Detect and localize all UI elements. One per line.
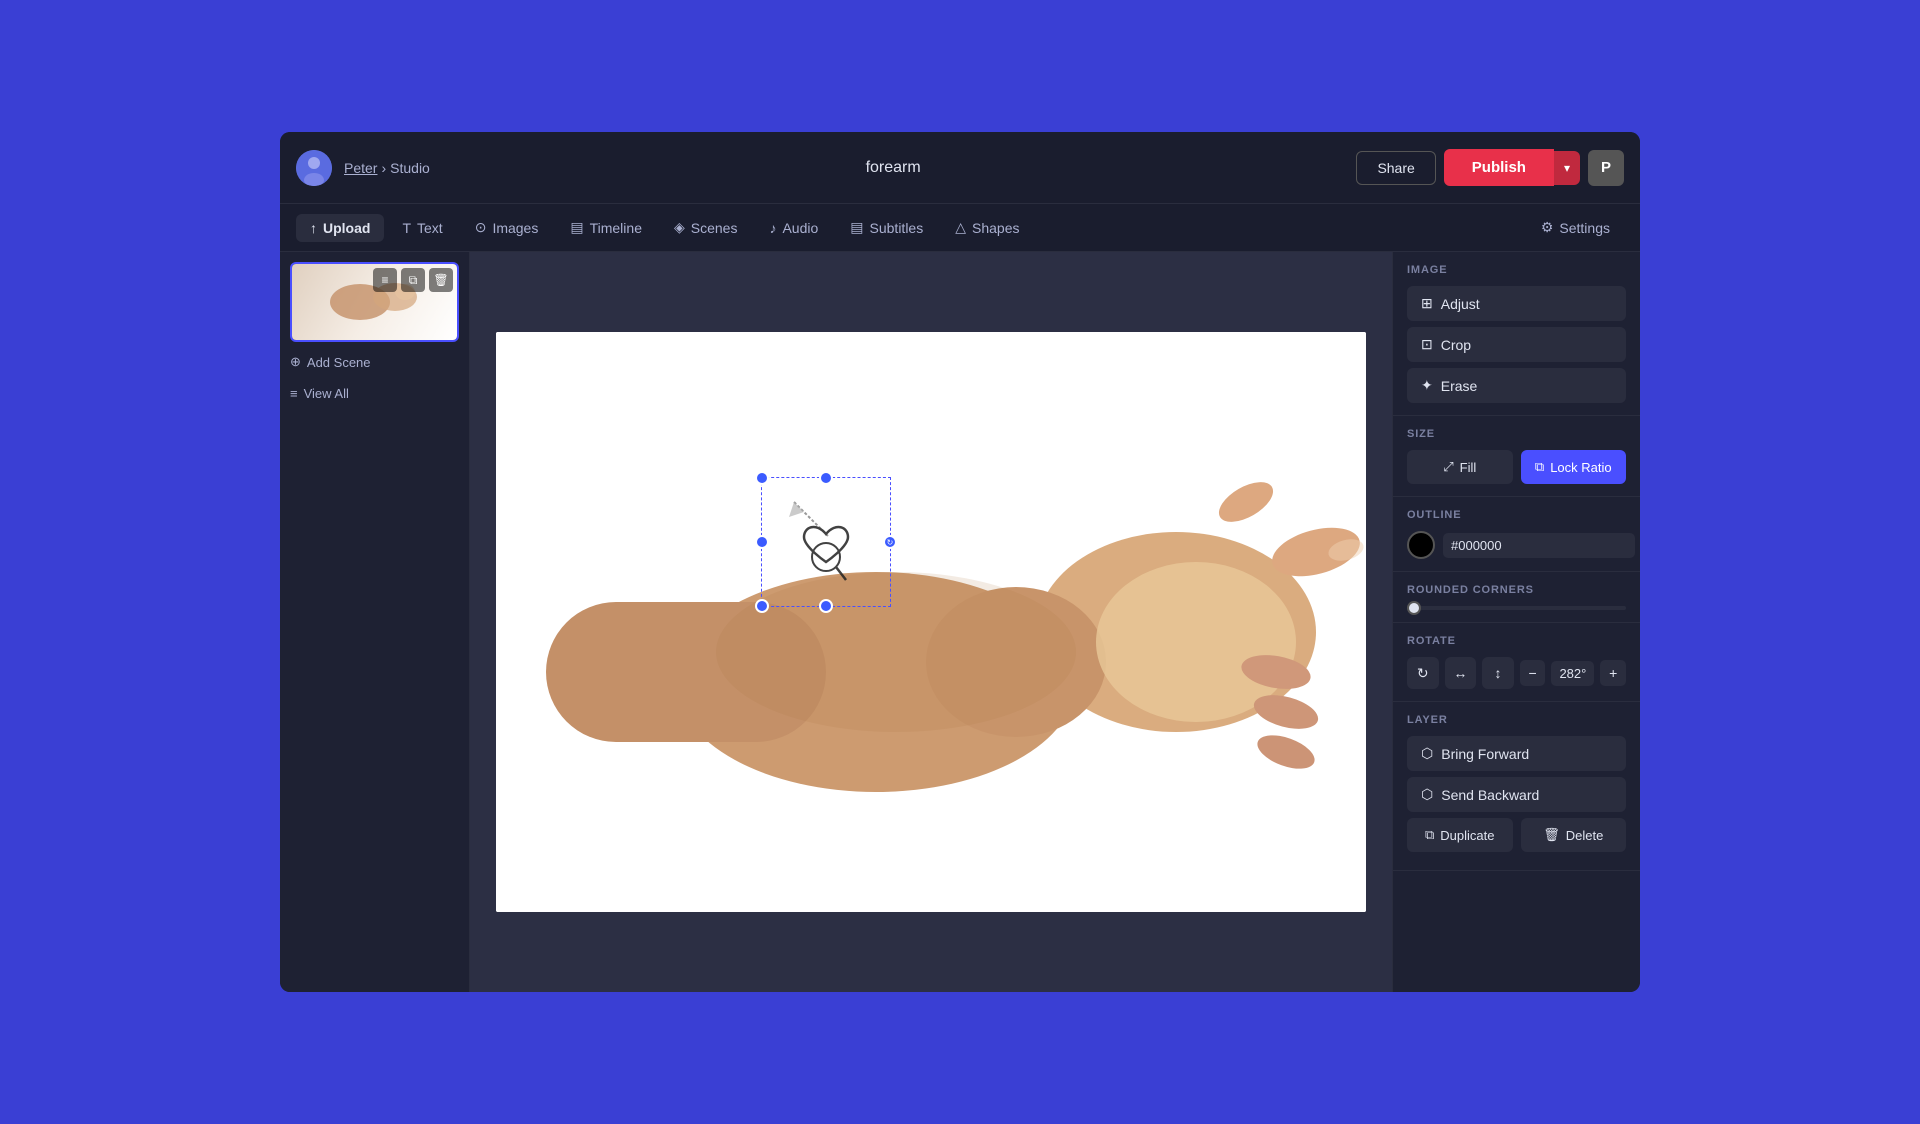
scenes-button[interactable]: ◈ Scenes [660, 213, 751, 242]
timeline-button[interactable]: ▤ Timeline [556, 213, 656, 242]
main-area: ≡ ⧉ 🗑 ⊕ Add Scene ≡ Vi [280, 252, 1640, 992]
subtitles-button[interactable]: ▤ Subtitles [836, 213, 937, 242]
scene-list-button[interactable]: ≡ [373, 268, 397, 292]
rotate-minus-button[interactable]: − [1520, 660, 1546, 686]
outline-section-label: OUTLINE [1407, 509, 1626, 521]
flip-vertical-button[interactable]: ↕ [1482, 657, 1514, 689]
timeline-icon: ▤ [570, 219, 583, 236]
left-panel: ≡ ⧉ 🗑 ⊕ Add Scene ≡ Vi [280, 252, 470, 992]
top-right-actions: Share Publish ▾ P [1356, 149, 1624, 186]
outline-hex-input[interactable] [1443, 533, 1635, 558]
shapes-button[interactable]: △ Shapes [941, 213, 1033, 242]
audio-icon: ♪ [769, 220, 776, 236]
page-title: forearm [442, 159, 1345, 177]
send-backward-button[interactable]: ⬡ Send Backward [1407, 777, 1626, 812]
breadcrumb: Peter › Studio [344, 160, 430, 176]
scene-copy-button[interactable]: ⧉ [401, 268, 425, 292]
forearm-background: ↻ [496, 332, 1366, 912]
lock-ratio-icon: ⧉ [1535, 459, 1544, 475]
fill-icon: ⤢ [1443, 459, 1453, 475]
upload-button[interactable]: ↑ Upload [296, 214, 384, 242]
app-container: Peter › Studio forearm Share Publish ▾ P… [280, 132, 1640, 992]
rotate-plus-button[interactable]: + [1600, 660, 1626, 686]
scene-delete-button[interactable]: 🗑 [429, 268, 453, 292]
scene-card-1[interactable]: ≡ ⧉ 🗑 [290, 262, 459, 342]
publish-button[interactable]: Publish [1444, 149, 1554, 186]
breadcrumb-studio: Studio [390, 160, 430, 176]
outline-color-swatch[interactable] [1407, 531, 1435, 559]
settings-icon: ⚙ [1541, 219, 1554, 236]
audio-button[interactable]: ♪ Audio [755, 214, 832, 242]
view-all-button[interactable]: ≡ View All [290, 382, 459, 405]
publish-dropdown-button[interactable]: ▾ [1554, 151, 1580, 185]
layer-section: LAYER ⬡ Bring Forward ⬡ Send Backward ⧉ … [1393, 702, 1640, 871]
adjust-icon: ⊞ [1421, 295, 1433, 312]
upload-icon: ↑ [310, 220, 317, 236]
image-section-label: IMAGE [1407, 264, 1626, 276]
layer-action-row: ⧉ Duplicate 🗑 Delete [1407, 818, 1626, 852]
add-scene-button[interactable]: ⊕ Add Scene [290, 350, 459, 374]
size-row: ⤢ Fill ⧉ Lock Ratio [1407, 450, 1626, 484]
text-icon: T [402, 220, 411, 236]
text-button[interactable]: T Text [388, 214, 456, 242]
erase-button[interactable]: ✦ Erase [1407, 368, 1626, 403]
right-panel: IMAGE ⊞ Adjust ⊡ Crop ✦ Erase SIZE [1392, 252, 1640, 992]
canvas-area: ↻ [470, 252, 1392, 992]
image-section: IMAGE ⊞ Adjust ⊡ Crop ✦ Erase [1393, 252, 1640, 416]
erase-icon: ✦ [1421, 377, 1433, 394]
rotate-section-label: ROTATE [1407, 635, 1626, 647]
flip-horizontal-button[interactable]: ↔ [1445, 657, 1477, 689]
crop-button[interactable]: ⊡ Crop [1407, 327, 1626, 362]
toolbar: ↑ Upload T Text ⊙ Images ▤ Timeline ◈ Sc… [280, 204, 1640, 252]
delete-button[interactable]: 🗑 Delete [1521, 818, 1627, 852]
layer-section-label: LAYER [1407, 714, 1626, 726]
crop-icon: ⊡ [1421, 336, 1433, 353]
canvas[interactable]: ↻ [496, 332, 1366, 912]
rounded-corners-section: ROUNDED CORNERS [1393, 572, 1640, 623]
send-backward-icon: ⬡ [1421, 786, 1433, 803]
size-section-label: SIZE [1407, 428, 1626, 440]
user-avatar: P [1588, 150, 1624, 186]
add-icon: ⊕ [290, 354, 301, 370]
rotate-row: ↻ ↔ ↕ − 282° + [1407, 657, 1626, 689]
scenes-icon: ◈ [674, 219, 685, 236]
list-icon: ≡ [290, 386, 298, 401]
fill-button[interactable]: ⤢ Fill [1407, 450, 1513, 484]
breadcrumb-user[interactable]: Peter [344, 160, 377, 176]
duplicate-button[interactable]: ⧉ Duplicate [1407, 818, 1513, 852]
rounded-corners-slider[interactable] [1407, 606, 1626, 610]
images-icon: ⊙ [475, 219, 487, 236]
tattoo-element[interactable] [764, 482, 889, 607]
outline-section: OUTLINE − 0 + [1393, 497, 1640, 572]
bring-forward-icon: ⬡ [1421, 745, 1433, 762]
images-button[interactable]: ⊙ Images [461, 213, 553, 242]
settings-button[interactable]: ⚙ Settings [1527, 213, 1624, 242]
top-bar: Peter › Studio forearm Share Publish ▾ P [280, 132, 1640, 204]
avatar [296, 150, 332, 186]
delete-icon: 🗑 [1543, 827, 1560, 843]
rotate-value: 282° [1551, 661, 1594, 686]
shapes-icon: △ [955, 219, 966, 236]
publish-group: Publish ▾ [1444, 149, 1580, 186]
chevron-down-icon: ▾ [1564, 161, 1570, 175]
outline-row: − 0 + [1407, 531, 1626, 559]
share-button[interactable]: Share [1356, 151, 1435, 185]
rotate-cw-button[interactable]: ↻ [1407, 657, 1439, 689]
rotate-section: ROTATE ↻ ↔ ↕ − 282° + [1393, 623, 1640, 702]
size-section: SIZE ⤢ Fill ⧉ Lock Ratio [1393, 416, 1640, 497]
adjust-button[interactable]: ⊞ Adjust [1407, 286, 1626, 321]
subtitles-icon: ▤ [850, 219, 863, 236]
slider-row [1407, 606, 1626, 610]
rounded-corners-label: ROUNDED CORNERS [1407, 584, 1626, 596]
duplicate-icon: ⧉ [1425, 827, 1434, 843]
scene-card-overlay: ≡ ⧉ 🗑 [373, 268, 453, 292]
lock-ratio-button[interactable]: ⧉ Lock Ratio [1521, 450, 1627, 484]
bring-forward-button[interactable]: ⬡ Bring Forward [1407, 736, 1626, 771]
